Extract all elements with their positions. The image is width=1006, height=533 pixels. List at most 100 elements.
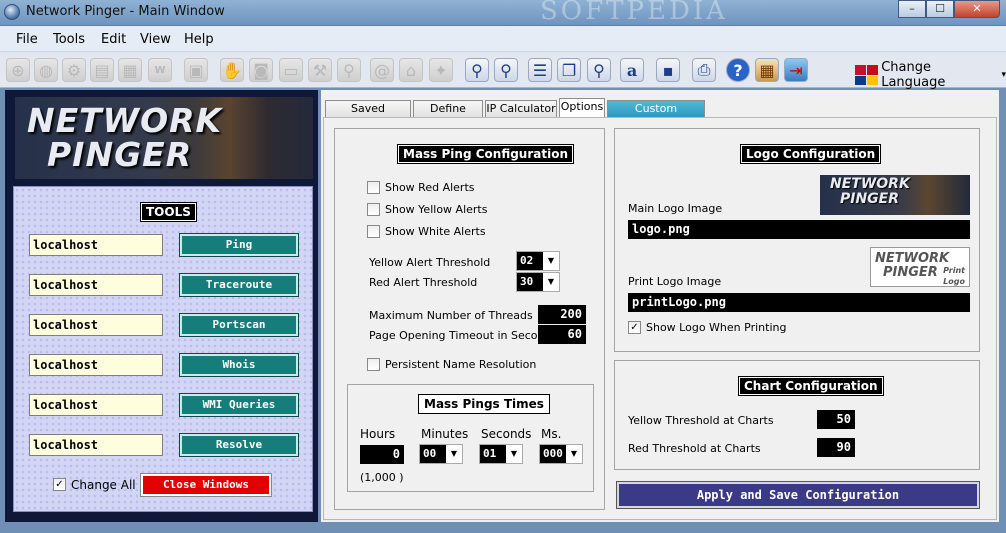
tab-custom-commands[interactable]: Custom Commands	[607, 100, 705, 131]
minimize-button[interactable]: –	[898, 0, 926, 18]
network-pinger-logo: NETWORK PINGER	[15, 97, 313, 179]
page-timeout-input[interactable]: 60	[538, 325, 586, 344]
minutes-value: 00	[420, 445, 446, 463]
ms-value: 000	[540, 445, 566, 463]
grid-icon[interactable]: ▦	[118, 58, 142, 82]
globe-icon[interactable]: ◍	[34, 58, 58, 82]
monitor-icon[interactable]: ▣	[184, 58, 208, 82]
resolve-button[interactable]: Resolve	[179, 433, 299, 457]
logo-config-title: Logo Configuration	[739, 144, 882, 164]
red-alert-threshold-select[interactable]: 30 ▼	[516, 272, 560, 292]
menu-edit[interactable]: Edit	[101, 32, 126, 47]
red-alert-threshold-value: 30	[517, 273, 543, 291]
chevron-down-icon: ▼	[450, 449, 458, 458]
server-icon[interactable]: ▤	[90, 58, 114, 82]
red-threshold-charts-label: Red Threshold at Charts	[628, 442, 761, 455]
camera-icon[interactable]: ◙	[249, 58, 273, 82]
page-timeout-label: Page Opening Timeout in Seconds	[369, 329, 558, 342]
left-panel: NETWORK PINGER TOOLS localhost Ping loca…	[5, 90, 318, 522]
maximize-button[interactable]: ☐	[926, 0, 954, 18]
show-red-alerts-checkbox[interactable]	[367, 181, 380, 194]
minutes-label: Minutes	[421, 427, 469, 441]
zoom-in-icon[interactable]: ⚲	[465, 58, 489, 82]
list-icon[interactable]: ☰	[528, 58, 552, 82]
ms-select[interactable]: 000 ▼	[539, 444, 583, 464]
main-logo-preview-line2: PINGER	[840, 191, 900, 207]
host-input-whois[interactable]: localhost	[29, 354, 163, 376]
minutes-select[interactable]: 00 ▼	[419, 444, 463, 464]
apply-save-configuration-button[interactable]: Apply and Save Configuration	[616, 481, 980, 509]
zoom-out-icon[interactable]: ⚲	[494, 58, 518, 82]
change-language-dropdown[interactable]: Change Language ▾	[855, 60, 1006, 90]
menu-help[interactable]: Help	[184, 32, 214, 47]
show-red-alerts-label: Show Red Alerts	[385, 181, 475, 194]
help-icon[interactable]: ?	[726, 58, 750, 82]
wmi-icon[interactable]: W	[148, 58, 172, 82]
font-icon[interactable]: a	[620, 58, 644, 82]
red-threshold-charts-input[interactable]: 90	[817, 438, 855, 457]
watermark: SOFTPEDIA	[540, 0, 728, 26]
hours-input[interactable]: 0	[360, 445, 404, 464]
menu-file[interactable]: File	[16, 32, 38, 47]
host-input-resolve[interactable]: localhost	[29, 434, 163, 456]
menu-tools[interactable]: Tools	[53, 32, 85, 47]
host-input-portscan[interactable]: localhost	[29, 314, 163, 336]
wmi-queries-button[interactable]: WMI Queries	[179, 393, 299, 417]
max-threads-input[interactable]: 200	[538, 305, 586, 324]
yellow-alert-threshold-value: 02	[517, 252, 543, 270]
show-white-alerts-checkbox[interactable]	[367, 225, 380, 238]
host-input-wmi[interactable]: localhost	[29, 394, 163, 416]
tools-title: TOOLS	[140, 202, 197, 222]
save-icon[interactable]: ▪	[656, 58, 680, 82]
crosshair-icon[interactable]: ⊕	[6, 58, 30, 82]
portscan-button[interactable]: Portscan	[179, 313, 299, 337]
print-logo-file-input[interactable]: printLogo.png	[628, 293, 970, 312]
menu-view[interactable]: View	[140, 32, 171, 47]
print-icon[interactable]: ⎙	[692, 58, 716, 82]
close-button[interactable]: ✕	[954, 0, 1000, 18]
calendar-icon[interactable]: ▦	[755, 58, 779, 82]
chevron-down-icon: ▼	[570, 449, 578, 458]
tab-options[interactable]: Options	[559, 98, 605, 118]
tab-ip-calculator[interactable]: IP Calculator	[485, 100, 557, 118]
hand-icon[interactable]: ✋	[220, 58, 244, 82]
chart-config-group: Chart Configuration Yellow Threshold at …	[614, 360, 980, 470]
exit-icon[interactable]: ⇥	[784, 58, 808, 82]
main-logo-image-label: Main Logo Image	[628, 202, 723, 215]
yellow-alert-threshold-select[interactable]: 02 ▼	[516, 251, 560, 271]
traceroute-button[interactable]: Traceroute	[179, 273, 299, 297]
show-yellow-alerts-checkbox[interactable]	[367, 203, 380, 216]
show-logo-when-printing-checkbox[interactable]: ✓	[628, 321, 641, 334]
close-windows-button[interactable]: Close Windows	[140, 473, 272, 497]
network-icon[interactable]: ⚙	[62, 58, 86, 82]
ping-button[interactable]: Ping	[179, 233, 299, 257]
chevron-down-icon: ▾	[1001, 70, 1006, 80]
flashlight-icon[interactable]: ⚲	[337, 58, 361, 82]
persistent-name-resolution-checkbox[interactable]	[367, 358, 380, 371]
tab-saved-sessions[interactable]: Saved Sessions	[325, 100, 411, 131]
app-globe-icon	[4, 4, 20, 20]
ms-label: Ms.	[541, 427, 562, 441]
wrench-icon[interactable]: ⚒	[308, 58, 332, 82]
change-all-checkbox[interactable]: ✓	[53, 478, 66, 491]
at-icon[interactable]: @	[370, 58, 394, 82]
display-icon[interactable]: ▭	[279, 58, 303, 82]
mass-pings-times-title: Mass Pings Times	[418, 394, 550, 414]
search-icon[interactable]: ⚲	[587, 58, 611, 82]
copy-icon[interactable]: ❐	[557, 58, 581, 82]
whois-button[interactable]: Whois	[179, 353, 299, 377]
show-logo-when-printing-label: Show Logo When Printing	[646, 321, 787, 334]
title-bar: Network Pinger - Main Window SOFTPEDIA –…	[0, 0, 1006, 26]
yellow-threshold-charts-input[interactable]: 50	[817, 410, 855, 429]
main-logo-file-input[interactable]: logo.png	[628, 220, 970, 239]
menu-bar: File Tools Edit View Help	[0, 26, 1006, 52]
tab-define-hosts[interactable]: Define Hosts	[413, 100, 483, 131]
bank-icon[interactable]: ⌂	[399, 58, 423, 82]
host-input-ping[interactable]: localhost	[29, 234, 163, 256]
host-input-traceroute[interactable]: localhost	[29, 274, 163, 296]
logo-config-group: Logo Configuration NETWORK PINGER Main L…	[614, 128, 980, 352]
chevron-down-icon: ▼	[510, 449, 518, 458]
seconds-select[interactable]: 01 ▼	[479, 444, 523, 464]
flags-icon	[855, 65, 879, 85]
satellite-icon[interactable]: ✦	[429, 58, 453, 82]
